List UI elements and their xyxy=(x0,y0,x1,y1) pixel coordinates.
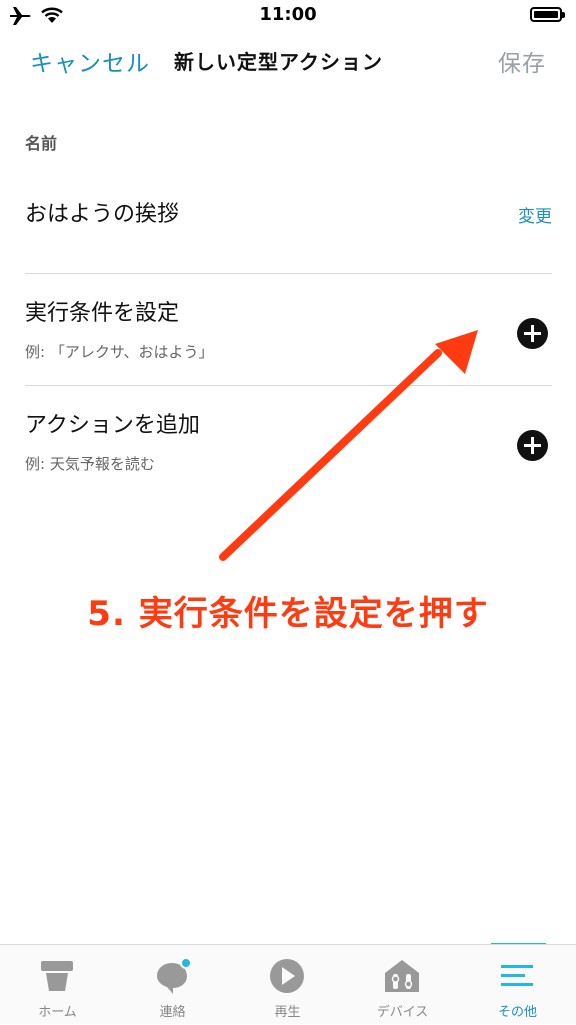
tab-home[interactable]: ホーム xyxy=(0,945,115,1025)
tab-communicate[interactable]: 連絡 xyxy=(115,945,230,1025)
annotation-text: 5. 実行条件を設定を押す xyxy=(87,594,489,634)
chat-bubble-icon xyxy=(157,957,192,994)
tab-label: デバイス xyxy=(376,1005,429,1020)
tab-more[interactable]: その他 xyxy=(460,945,575,1025)
devices-icon xyxy=(385,960,419,992)
menu-icon xyxy=(501,965,533,986)
home-icon xyxy=(41,961,73,991)
tab-play[interactable]: 再生 xyxy=(230,945,345,1025)
tab-label: 再生 xyxy=(274,1005,301,1020)
play-icon xyxy=(270,959,304,993)
tab-bar: ホーム 連絡 再生 デバイス その他 xyxy=(0,944,576,1024)
tab-label: その他 xyxy=(497,1005,537,1020)
tab-devices[interactable]: デバイス xyxy=(345,945,460,1025)
tab-label: 連絡 xyxy=(159,1005,186,1020)
tab-label: ホーム xyxy=(38,1005,77,1020)
